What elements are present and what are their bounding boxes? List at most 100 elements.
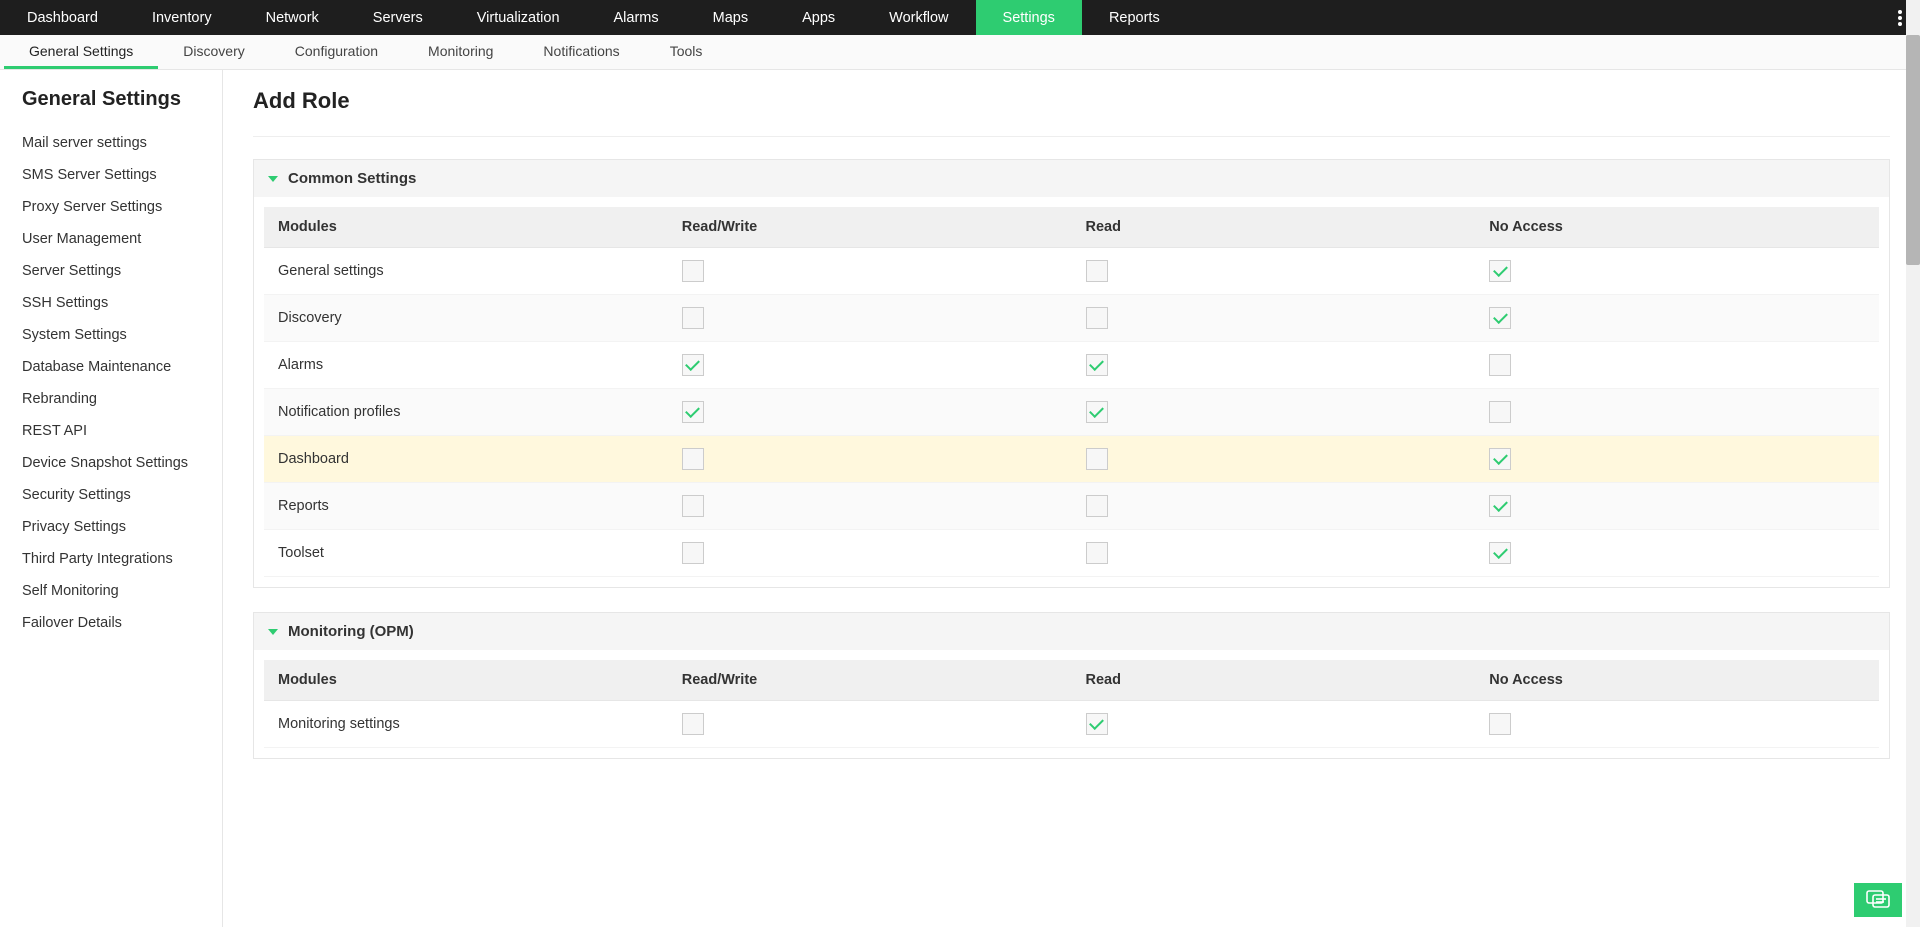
subnav-tools[interactable]: Tools <box>645 35 728 69</box>
nav-virtualization[interactable]: Virtualization <box>450 0 587 35</box>
sidebar-item[interactable]: User Management <box>0 223 222 255</box>
section-common-settings: Common Settings Modules Read/Write Read … <box>253 159 1890 588</box>
checkbox-rw[interactable] <box>682 401 704 423</box>
sidebar-item[interactable]: Failover Details <box>0 607 222 639</box>
sub-nav: General Settings Discovery Configuration… <box>0 35 1920 70</box>
top-nav: Dashboard Inventory Network Servers Virt… <box>0 0 1920 35</box>
col-read: Read <box>1072 207 1476 248</box>
module-name: Reports <box>264 483 668 530</box>
col-read: Read <box>1072 660 1476 701</box>
checkbox-na[interactable] <box>1489 542 1511 564</box>
sidebar-item[interactable]: Proxy Server Settings <box>0 191 222 223</box>
checkbox-rw[interactable] <box>682 307 704 329</box>
sidebar-item[interactable]: Security Settings <box>0 479 222 511</box>
sidebar-item[interactable]: Rebranding <box>0 383 222 415</box>
section-header[interactable]: Common Settings <box>254 160 1889 197</box>
col-modules: Modules <box>264 207 668 248</box>
table-row: Alarms <box>264 342 1879 389</box>
subnav-discovery[interactable]: Discovery <box>158 35 269 69</box>
checkbox-r[interactable] <box>1086 495 1108 517</box>
checkbox-na[interactable] <box>1489 495 1511 517</box>
table-row: Toolset <box>264 530 1879 577</box>
module-name: Discovery <box>264 295 668 342</box>
checkbox-rw[interactable] <box>682 448 704 470</box>
checkbox-rw[interactable] <box>682 713 704 735</box>
module-name: Monitoring settings <box>264 701 668 748</box>
checkbox-r[interactable] <box>1086 448 1108 470</box>
permissions-table: Modules Read/Write Read No Access Monito… <box>264 660 1879 748</box>
chat-button[interactable] <box>1854 883 1902 917</box>
sidebar-title: General Settings <box>0 88 222 127</box>
module-name: Alarms <box>264 342 668 389</box>
subnav-general-settings[interactable]: General Settings <box>4 35 158 69</box>
nav-workflow[interactable]: Workflow <box>862 0 975 35</box>
checkbox-r[interactable] <box>1086 307 1108 329</box>
table-row: Notification profiles <box>264 389 1879 436</box>
col-readwrite: Read/Write <box>668 207 1072 248</box>
sidebar-item[interactable]: Third Party Integrations <box>0 543 222 575</box>
checkbox-rw[interactable] <box>682 260 704 282</box>
checkbox-r[interactable] <box>1086 542 1108 564</box>
checkbox-r[interactable] <box>1086 260 1108 282</box>
sidebar-item[interactable]: Self Monitoring <box>0 575 222 607</box>
module-name: Toolset <box>264 530 668 577</box>
subnav-notifications[interactable]: Notifications <box>518 35 644 69</box>
checkbox-na[interactable] <box>1489 354 1511 376</box>
section-title: Monitoring (OPM) <box>288 623 414 640</box>
sidebar-item[interactable]: Privacy Settings <box>0 511 222 543</box>
col-noaccess: No Access <box>1475 207 1879 248</box>
sidebar: General Settings Mail server settings SM… <box>0 70 223 927</box>
sidebar-item[interactable]: Server Settings <box>0 255 222 287</box>
collapse-icon <box>268 176 278 182</box>
section-title: Common Settings <box>288 170 416 187</box>
nav-alarms[interactable]: Alarms <box>587 0 686 35</box>
checkbox-r[interactable] <box>1086 713 1108 735</box>
sidebar-item[interactable]: Device Snapshot Settings <box>0 447 222 479</box>
nav-reports[interactable]: Reports <box>1082 0 1187 35</box>
checkbox-rw[interactable] <box>682 542 704 564</box>
checkbox-r[interactable] <box>1086 401 1108 423</box>
col-noaccess: No Access <box>1475 660 1879 701</box>
table-row: Monitoring settings <box>264 701 1879 748</box>
nav-dashboard[interactable]: Dashboard <box>0 0 125 35</box>
sidebar-item[interactable]: SMS Server Settings <box>0 159 222 191</box>
sidebar-item[interactable]: Database Maintenance <box>0 351 222 383</box>
module-name: Dashboard <box>264 436 668 483</box>
chat-icon <box>1866 890 1890 910</box>
scrollbar-thumb[interactable] <box>1906 35 1920 265</box>
checkbox-rw[interactable] <box>682 495 704 517</box>
checkbox-na[interactable] <box>1489 401 1511 423</box>
checkbox-na[interactable] <box>1489 448 1511 470</box>
nav-maps[interactable]: Maps <box>686 0 775 35</box>
checkbox-na[interactable] <box>1489 260 1511 282</box>
nav-apps[interactable]: Apps <box>775 0 862 35</box>
checkbox-rw[interactable] <box>682 354 704 376</box>
table-row: Dashboard <box>264 436 1879 483</box>
module-name: Notification profiles <box>264 389 668 436</box>
section-monitoring-opm: Monitoring (OPM) Modules Read/Write Read… <box>253 612 1890 759</box>
checkbox-na[interactable] <box>1489 713 1511 735</box>
collapse-icon <box>268 629 278 635</box>
table-row: General settings <box>264 248 1879 295</box>
nav-network[interactable]: Network <box>239 0 346 35</box>
table-row: Discovery <box>264 295 1879 342</box>
module-name: General settings <box>264 248 668 295</box>
col-readwrite: Read/Write <box>668 660 1072 701</box>
main-content: Add Role Common Settings Modules Read/Wr… <box>223 70 1920 927</box>
checkbox-r[interactable] <box>1086 354 1108 376</box>
sidebar-item[interactable]: REST API <box>0 415 222 447</box>
page-title: Add Role <box>253 88 1890 137</box>
nav-servers[interactable]: Servers <box>346 0 450 35</box>
sidebar-item[interactable]: Mail server settings <box>0 127 222 159</box>
section-header[interactable]: Monitoring (OPM) <box>254 613 1889 650</box>
permissions-table: Modules Read/Write Read No Access Genera… <box>264 207 1879 577</box>
scrollbar-track[interactable] <box>1906 0 1920 927</box>
subnav-monitoring[interactable]: Monitoring <box>403 35 518 69</box>
sidebar-item[interactable]: SSH Settings <box>0 287 222 319</box>
nav-inventory[interactable]: Inventory <box>125 0 239 35</box>
nav-settings[interactable]: Settings <box>976 0 1082 35</box>
col-modules: Modules <box>264 660 668 701</box>
sidebar-item[interactable]: System Settings <box>0 319 222 351</box>
checkbox-na[interactable] <box>1489 307 1511 329</box>
subnav-configuration[interactable]: Configuration <box>270 35 403 69</box>
